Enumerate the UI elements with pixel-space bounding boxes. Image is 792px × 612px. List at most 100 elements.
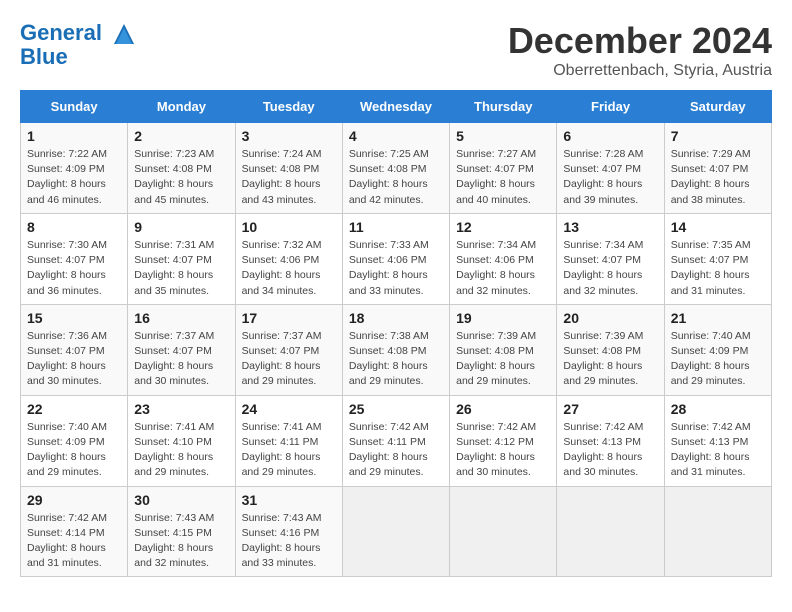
calendar-cell: 12 Sunrise: 7:34 AM Sunset: 4:06 PM Dayli…	[450, 213, 557, 304]
month-title: December 2024	[508, 20, 772, 62]
day-detail: Sunrise: 7:27 AM Sunset: 4:07 PM Dayligh…	[456, 147, 550, 208]
calendar-cell	[450, 486, 557, 577]
location-subtitle: Oberrettenbach, Styria, Austria	[508, 62, 772, 80]
calendar-cell: 8 Sunrise: 7:30 AM Sunset: 4:07 PM Daylig…	[21, 213, 128, 304]
day-number: 25	[349, 401, 443, 417]
calendar-cell: 20 Sunrise: 7:39 AM Sunset: 4:08 PM Dayli…	[557, 304, 664, 395]
day-number: 15	[27, 310, 121, 326]
day-detail: Sunrise: 7:34 AM Sunset: 4:07 PM Dayligh…	[563, 238, 657, 299]
weekday-header-thursday: Thursday	[450, 91, 557, 123]
day-detail: Sunrise: 7:39 AM Sunset: 4:08 PM Dayligh…	[563, 329, 657, 390]
day-detail: Sunrise: 7:39 AM Sunset: 4:08 PM Dayligh…	[456, 329, 550, 390]
calendar-cell: 27 Sunrise: 7:42 AM Sunset: 4:13 PM Dayli…	[557, 395, 664, 486]
day-detail: Sunrise: 7:32 AM Sunset: 4:06 PM Dayligh…	[242, 238, 336, 299]
day-number: 19	[456, 310, 550, 326]
calendar-cell: 11 Sunrise: 7:33 AM Sunset: 4:06 PM Dayli…	[342, 213, 449, 304]
calendar-cell: 30Sunrise: 7:43 AM Sunset: 4:15 PM Dayli…	[128, 486, 235, 577]
day-number: 28	[671, 401, 765, 417]
calendar-cell: 29 Sunrise: 7:42 AM Sunset: 4:14 PM Dayli…	[21, 486, 128, 577]
day-number: 18	[349, 310, 443, 326]
calendar-cell: 14Sunrise: 7:35 AM Sunset: 4:07 PM Dayli…	[664, 213, 771, 304]
day-number: 8	[27, 219, 121, 235]
day-detail: Sunrise: 7:40 AM Sunset: 4:09 PM Dayligh…	[671, 329, 765, 390]
calendar-cell: 13 Sunrise: 7:34 AM Sunset: 4:07 PM Dayli…	[557, 213, 664, 304]
calendar-cell: 23 Sunrise: 7:41 AM Sunset: 4:10 PM Dayli…	[128, 395, 235, 486]
logo: General Blue	[20, 20, 138, 70]
day-detail: Sunrise: 7:42 AM Sunset: 4:14 PM Dayligh…	[27, 511, 121, 572]
weekday-header-wednesday: Wednesday	[342, 91, 449, 123]
calendar-cell	[342, 486, 449, 577]
day-detail: Sunrise: 7:25 AM Sunset: 4:08 PM Dayligh…	[349, 147, 443, 208]
day-number: 23	[134, 401, 228, 417]
week-row-5: 29 Sunrise: 7:42 AM Sunset: 4:14 PM Dayli…	[21, 486, 772, 577]
day-detail: Sunrise: 7:37 AM Sunset: 4:07 PM Dayligh…	[242, 329, 336, 390]
week-row-1: 1Sunrise: 7:22 AM Sunset: 4:09 PM Daylig…	[21, 123, 772, 214]
calendar-cell: 17 Sunrise: 7:37 AM Sunset: 4:07 PM Dayli…	[235, 304, 342, 395]
day-number: 11	[349, 219, 443, 235]
page-header: General Blue December 2024 Oberrettenbac…	[20, 20, 772, 80]
calendar-cell: 21 Sunrise: 7:40 AM Sunset: 4:09 PM Dayli…	[664, 304, 771, 395]
week-row-3: 15Sunrise: 7:36 AM Sunset: 4:07 PM Dayli…	[21, 304, 772, 395]
day-detail: Sunrise: 7:33 AM Sunset: 4:06 PM Dayligh…	[349, 238, 443, 299]
day-detail: Sunrise: 7:42 AM Sunset: 4:12 PM Dayligh…	[456, 420, 550, 481]
weekday-header-row: SundayMondayTuesdayWednesdayThursdayFrid…	[21, 91, 772, 123]
day-number: 4	[349, 128, 443, 144]
day-detail: Sunrise: 7:40 AM Sunset: 4:09 PM Dayligh…	[27, 420, 121, 481]
day-number: 12	[456, 219, 550, 235]
day-detail: Sunrise: 7:24 AM Sunset: 4:08 PM Dayligh…	[242, 147, 336, 208]
calendar-cell: 26 Sunrise: 7:42 AM Sunset: 4:12 PM Dayli…	[450, 395, 557, 486]
calendar-cell: 4 Sunrise: 7:25 AM Sunset: 4:08 PM Daylig…	[342, 123, 449, 214]
day-detail: Sunrise: 7:30 AM Sunset: 4:07 PM Dayligh…	[27, 238, 121, 299]
calendar-cell: 1Sunrise: 7:22 AM Sunset: 4:09 PM Daylig…	[21, 123, 128, 214]
day-detail: Sunrise: 7:42 AM Sunset: 4:13 PM Dayligh…	[671, 420, 765, 481]
day-number: 3	[242, 128, 336, 144]
day-number: 2	[134, 128, 228, 144]
day-number: 29	[27, 492, 121, 508]
day-number: 5	[456, 128, 550, 144]
calendar-cell: 6Sunrise: 7:28 AM Sunset: 4:07 PM Daylig…	[557, 123, 664, 214]
day-detail: Sunrise: 7:43 AM Sunset: 4:16 PM Dayligh…	[242, 511, 336, 572]
day-number: 21	[671, 310, 765, 326]
title-block: December 2024 Oberrettenbach, Styria, Au…	[508, 20, 772, 80]
day-number: 27	[563, 401, 657, 417]
day-detail: Sunrise: 7:41 AM Sunset: 4:11 PM Dayligh…	[242, 420, 336, 481]
day-number: 10	[242, 219, 336, 235]
weekday-header-sunday: Sunday	[21, 91, 128, 123]
day-number: 20	[563, 310, 657, 326]
weekday-header-friday: Friday	[557, 91, 664, 123]
calendar-cell: 28 Sunrise: 7:42 AM Sunset: 4:13 PM Dayli…	[664, 395, 771, 486]
calendar-cell: 15Sunrise: 7:36 AM Sunset: 4:07 PM Dayli…	[21, 304, 128, 395]
day-number: 9	[134, 219, 228, 235]
day-detail: Sunrise: 7:34 AM Sunset: 4:06 PM Dayligh…	[456, 238, 550, 299]
day-detail: Sunrise: 7:41 AM Sunset: 4:10 PM Dayligh…	[134, 420, 228, 481]
week-row-4: 22 Sunrise: 7:40 AM Sunset: 4:09 PM Dayli…	[21, 395, 772, 486]
day-detail: Sunrise: 7:38 AM Sunset: 4:08 PM Dayligh…	[349, 329, 443, 390]
day-number: 24	[242, 401, 336, 417]
calendar-cell: 3 Sunrise: 7:24 AM Sunset: 4:08 PM Daylig…	[235, 123, 342, 214]
day-number: 26	[456, 401, 550, 417]
day-number: 22	[27, 401, 121, 417]
day-detail: Sunrise: 7:42 AM Sunset: 4:11 PM Dayligh…	[349, 420, 443, 481]
day-number: 1	[27, 128, 121, 144]
calendar-cell	[664, 486, 771, 577]
day-detail: Sunrise: 7:28 AM Sunset: 4:07 PM Dayligh…	[563, 147, 657, 208]
calendar-cell: 25 Sunrise: 7:42 AM Sunset: 4:11 PM Dayli…	[342, 395, 449, 486]
day-number: 30	[134, 492, 228, 508]
weekday-header-saturday: Saturday	[664, 91, 771, 123]
calendar-cell: 24 Sunrise: 7:41 AM Sunset: 4:11 PM Dayli…	[235, 395, 342, 486]
day-number: 13	[563, 219, 657, 235]
calendar-cell: 16Sunrise: 7:37 AM Sunset: 4:07 PM Dayli…	[128, 304, 235, 395]
day-detail: Sunrise: 7:35 AM Sunset: 4:07 PM Dayligh…	[671, 238, 765, 299]
calendar-cell: 19 Sunrise: 7:39 AM Sunset: 4:08 PM Dayli…	[450, 304, 557, 395]
calendar-cell: 31Sunrise: 7:43 AM Sunset: 4:16 PM Dayli…	[235, 486, 342, 577]
day-detail: Sunrise: 7:42 AM Sunset: 4:13 PM Dayligh…	[563, 420, 657, 481]
calendar-cell: 7Sunrise: 7:29 AM Sunset: 4:07 PM Daylig…	[664, 123, 771, 214]
day-number: 17	[242, 310, 336, 326]
week-row-2: 8 Sunrise: 7:30 AM Sunset: 4:07 PM Daylig…	[21, 213, 772, 304]
calendar-cell	[557, 486, 664, 577]
day-detail: Sunrise: 7:31 AM Sunset: 4:07 PM Dayligh…	[134, 238, 228, 299]
calendar-cell: 10 Sunrise: 7:32 AM Sunset: 4:06 PM Dayli…	[235, 213, 342, 304]
day-detail: Sunrise: 7:37 AM Sunset: 4:07 PM Dayligh…	[134, 329, 228, 390]
weekday-header-tuesday: Tuesday	[235, 91, 342, 123]
calendar-cell: 18 Sunrise: 7:38 AM Sunset: 4:08 PM Dayli…	[342, 304, 449, 395]
